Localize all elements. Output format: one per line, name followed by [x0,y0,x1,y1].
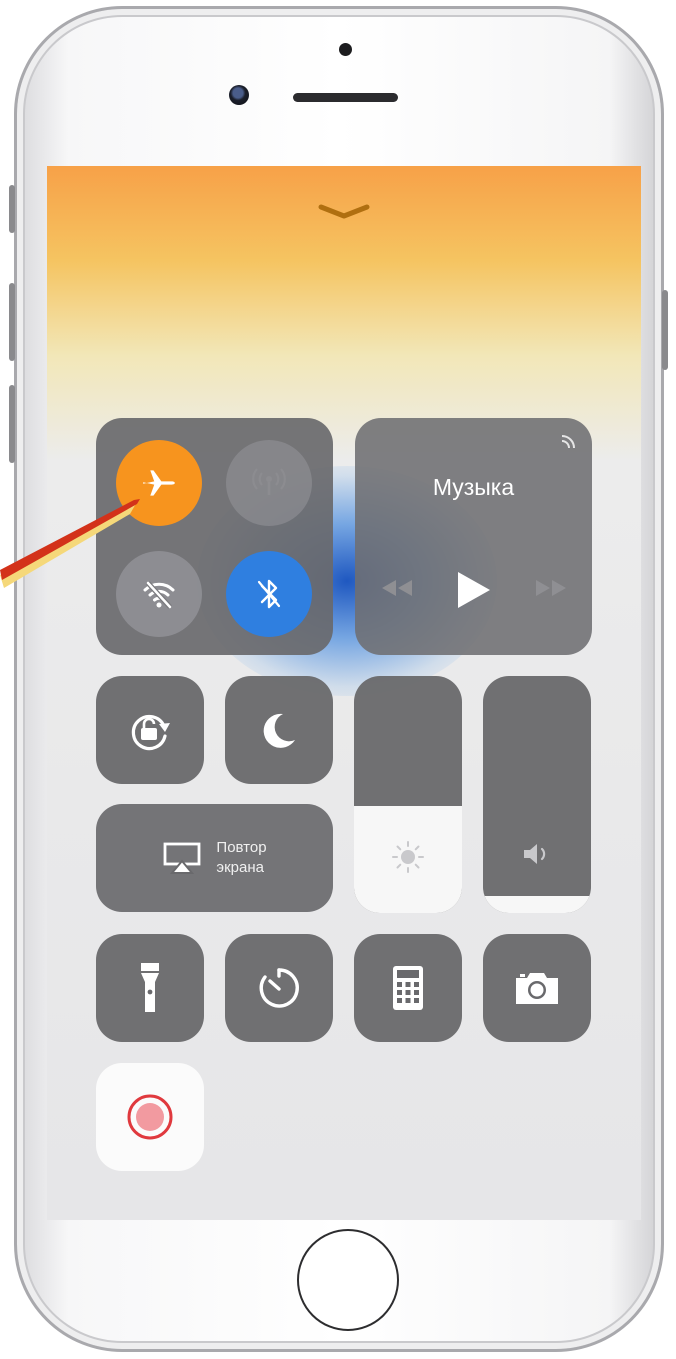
timer-icon [259,968,299,1008]
speaker-icon [524,844,546,864]
screen-record-button[interactable] [96,1063,204,1171]
antenna-icon [252,468,286,495]
timer-button[interactable] [225,934,333,1042]
screen-mirroring-label: Повтор экрана [216,838,266,878]
play-button[interactable] [451,568,495,612]
calculator-icon [393,966,423,1010]
flashlight-button[interactable] [96,934,204,1042]
rotation-lock-button[interactable] [96,676,204,784]
volume-icon-wrap [483,839,591,869]
brightness-slider[interactable] [354,676,462,913]
flashlight-icon [141,963,159,1012]
chevron-down-icon[interactable] [317,202,371,222]
music-tile[interactable]: Музыка [355,418,592,655]
mute-switch [9,185,15,233]
screen-mirroring-icon [164,842,201,874]
bluetooth-button[interactable] [226,551,312,637]
volume-up-button [9,283,15,361]
do-not-disturb-button[interactable] [225,676,333,784]
camera-icon [516,973,558,1004]
home-button[interactable] [297,1229,399,1331]
play-icon [458,572,490,608]
rewind-icon [382,580,412,596]
bluetooth-icon [257,579,281,609]
control-center-screen: Музыка Повтор экрана [47,166,641,1220]
annotation-arrow [0,499,140,588]
airplay-icon[interactable] [556,432,578,454]
rewind-button[interactable] [377,568,417,608]
fast-forward-button[interactable] [531,568,571,608]
screen-mirroring-line2: экрана [216,859,264,876]
camera-button[interactable] [483,934,591,1042]
cellular-data-button[interactable] [226,440,312,526]
power-button [662,290,668,370]
screen-mirroring-button[interactable]: Повтор экрана [96,804,333,912]
music-title: Музыка [432,474,515,500]
front-camera [229,85,249,105]
volume-slider[interactable] [483,676,591,913]
earpiece-speaker [293,93,398,102]
sun-icon [392,841,424,873]
calculator-button[interactable] [354,934,462,1042]
proximity-sensor [339,43,352,56]
rotation-lock-icon [131,714,170,751]
moon-icon [263,713,295,748]
fast-forward-icon [536,580,566,596]
volume-down-button [9,385,15,463]
screen-mirroring-line1: Повтор [216,839,267,856]
brightness-icon-wrap [354,837,462,877]
volume-fill [483,896,591,913]
record-icon [127,1094,173,1140]
